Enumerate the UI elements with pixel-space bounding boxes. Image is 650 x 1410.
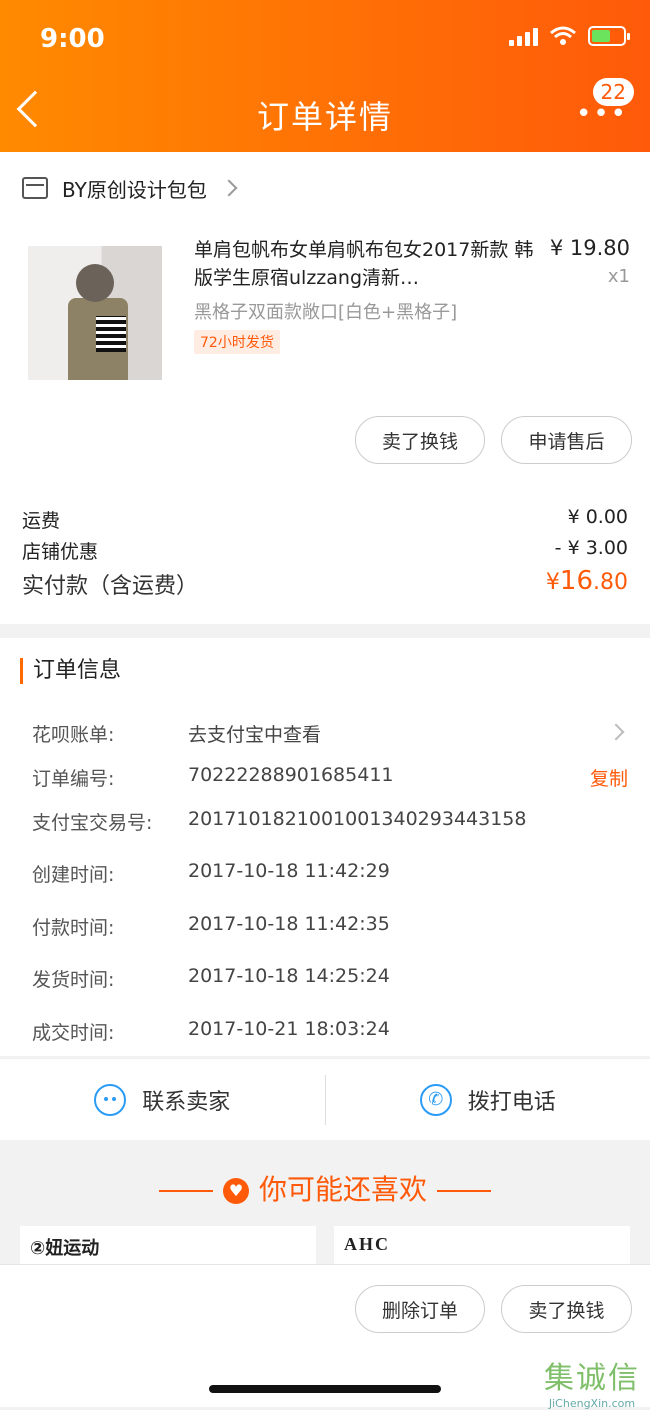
call-button[interactable]: ✆ 拨打电话: [326, 1059, 650, 1140]
brand-logo: ②妞运动: [30, 1234, 99, 1260]
chevron-right-icon[interactable]: [608, 724, 625, 741]
product-title[interactable]: 单肩包帆布女单肩帆布包女2017新款 韩版学生原宿ulzzang清新…: [194, 236, 534, 292]
product-image[interactable]: [28, 246, 162, 380]
product-sku: 黑格子双面款敞口[白色+黑格子]: [194, 298, 457, 324]
alipay-label: 支付宝交易号:: [32, 808, 152, 835]
chat-face-icon: [94, 1084, 126, 1116]
discount-value: - ¥ 3.00: [555, 537, 628, 559]
shop-icon: [22, 177, 48, 199]
battery-icon: [588, 26, 626, 46]
closed-time: 2017-10-21 18:03:24: [188, 1018, 390, 1040]
bottom-bar: 删除订单 卖了换钱 集诚信 JiChengXin.com: [0, 1264, 650, 1407]
recommend-title: ♥你可能还喜欢: [0, 1168, 650, 1208]
status-time: 9:00: [40, 24, 105, 54]
header: 9:00 订单详情 22 •••: [0, 0, 650, 152]
page-title: 订单详情: [0, 92, 650, 138]
product-price: ¥ 19.80: [550, 236, 630, 260]
created-time: 2017-10-18 11:42:29: [188, 860, 390, 882]
chevron-right-icon: [220, 180, 237, 197]
wifi-icon: [550, 26, 576, 46]
order-info: 订单信息 花呗账单: 去支付宝中查看 订单编号: 702222889016854…: [0, 638, 650, 1056]
sell-button[interactable]: 卖了换钱: [501, 1285, 632, 1333]
more-button[interactable]: •••: [576, 110, 628, 118]
watermark: 集诚信 JiChengXin.com: [544, 1353, 640, 1410]
shipping-value: ¥ 0.00: [568, 506, 628, 528]
recommend-item[interactable]: AHC: [334, 1226, 630, 1267]
heart-icon: ♥: [223, 1178, 249, 1204]
discount-label: 店铺优惠: [22, 537, 98, 564]
created-label: 创建时间:: [32, 860, 114, 887]
shipped-time: 2017-10-18 14:25:24: [188, 965, 390, 987]
delete-order-button[interactable]: 删除订单: [355, 1285, 485, 1333]
huabei-label: 花呗账单:: [32, 720, 114, 747]
home-indicator[interactable]: [209, 1385, 441, 1393]
contact-seller-button[interactable]: 联系卖家: [0, 1059, 325, 1140]
product-card: 单肩包帆布女单肩帆布包女2017新款 韩版学生原宿ulzzang清新… ¥ 19…: [0, 224, 650, 624]
store-name: BY原创设计包包: [62, 174, 207, 203]
paid-time-label: 付款时间:: [32, 913, 114, 940]
copy-button[interactable]: 复制: [590, 764, 628, 791]
brand-logo: AHC: [344, 1234, 390, 1255]
product-quantity: x1: [608, 266, 630, 287]
shipped-label: 发货时间:: [32, 965, 114, 992]
phone-icon: ✆: [420, 1084, 452, 1116]
huabei-link[interactable]: 去支付宝中查看: [188, 720, 321, 747]
sell-button[interactable]: 卖了换钱: [355, 416, 485, 464]
order-no: 70222288901685411: [188, 764, 394, 786]
contact-bar: 联系卖家 ✆ 拨打电话: [0, 1058, 650, 1140]
after-sale-button[interactable]: 申请售后: [501, 416, 632, 464]
store-row[interactable]: BY原创设计包包: [0, 152, 650, 224]
shipping-tag: 72小时发货: [194, 330, 280, 354]
order-no-label: 订单编号:: [32, 764, 114, 791]
recommend-section: ♥你可能还喜欢 ②妞运动 AHC: [0, 1140, 650, 1267]
alipay-no: 2017101821001001340293443158: [188, 808, 526, 830]
paid-amount: ¥16.80: [546, 566, 628, 596]
status-icons: [509, 26, 626, 46]
signal-icon: [509, 26, 538, 46]
paid-time: 2017-10-18 11:42:35: [188, 913, 390, 935]
order-info-title: 订单信息: [20, 658, 121, 684]
paid-label: 实付款（含运费）: [22, 568, 198, 600]
recommend-item[interactable]: ②妞运动: [20, 1226, 316, 1267]
closed-label: 成交时间:: [32, 1018, 114, 1045]
shipping-label: 运费: [22, 506, 60, 533]
